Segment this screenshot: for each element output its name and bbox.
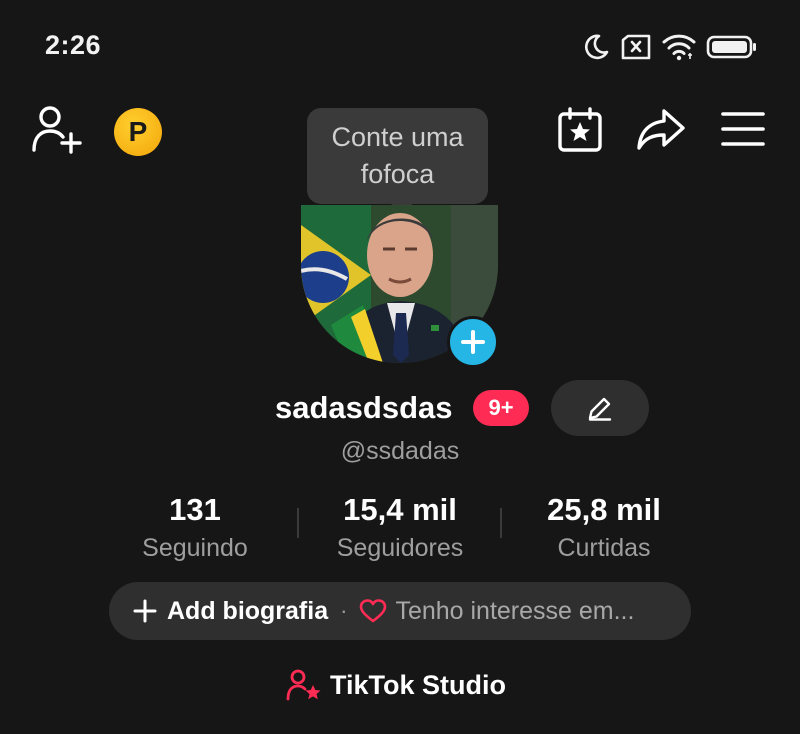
notification-badge[interactable]: 9+ [473, 390, 529, 426]
bio-pill[interactable]: Add biografia · Tenho interesse em... [109, 582, 691, 640]
heart-icon [360, 599, 387, 623]
stat-likes-value: 25,8 mil [547, 492, 661, 527]
edit-profile-button[interactable] [551, 380, 649, 436]
plus-icon [461, 330, 485, 354]
stat-likes[interactable]: 25,8 mil Curtidas [494, 492, 714, 563]
status-time: 2:26 [45, 30, 102, 60]
stat-followers-label: Seguidores [336, 534, 464, 562]
studio-label: TikTok Studio [330, 669, 507, 700]
add-friend-button[interactable] [30, 104, 84, 154]
calendar-star-icon [558, 107, 602, 152]
menu-button[interactable] [720, 108, 766, 150]
add-user-icon [32, 106, 82, 154]
stat-likes-label: Curtidas [557, 534, 651, 562]
studio-user-star-icon [286, 669, 321, 701]
no-sim-icon [621, 34, 651, 60]
add-interests-button[interactable]: Tenho interesse em... [395, 597, 634, 626]
add-avatar-button[interactable] [447, 316, 499, 368]
stat-followers[interactable]: 15,4 mil Seguidores [290, 492, 510, 563]
stat-following-value: 131 [169, 492, 221, 527]
profile-name: sadasdsdas [275, 390, 453, 425]
stat-following[interactable]: 131 Seguindo [85, 492, 305, 563]
menu-icon [721, 112, 765, 146]
moon-icon [584, 34, 609, 60]
tooltip-text: Conte uma fofoca [331, 122, 464, 189]
status-icons [582, 28, 758, 66]
share-icon [637, 109, 685, 150]
tiktok-studio-link[interactable]: TikTok Studio [286, 664, 506, 706]
add-bio-button[interactable]: Add biografia [167, 597, 328, 626]
notification-count: 9+ [488, 395, 514, 420]
share-button[interactable] [636, 106, 686, 154]
battery-icon [706, 35, 756, 59]
stat-followers-value: 15,4 mil [343, 492, 457, 527]
bio-separator: · [340, 598, 348, 623]
coin-icon: P [128, 116, 148, 147]
stat-following-label: Seguindo [142, 534, 248, 562]
coin-button[interactable]: P [114, 108, 162, 156]
wifi-icon [662, 34, 696, 61]
calendar-button[interactable] [556, 106, 604, 154]
profile-handle: @ssdadas [340, 437, 460, 465]
tooltip-bubble[interactable]: Conte uma fofoca [307, 108, 488, 204]
pencil-icon [588, 397, 612, 421]
plus-icon [133, 599, 157, 623]
